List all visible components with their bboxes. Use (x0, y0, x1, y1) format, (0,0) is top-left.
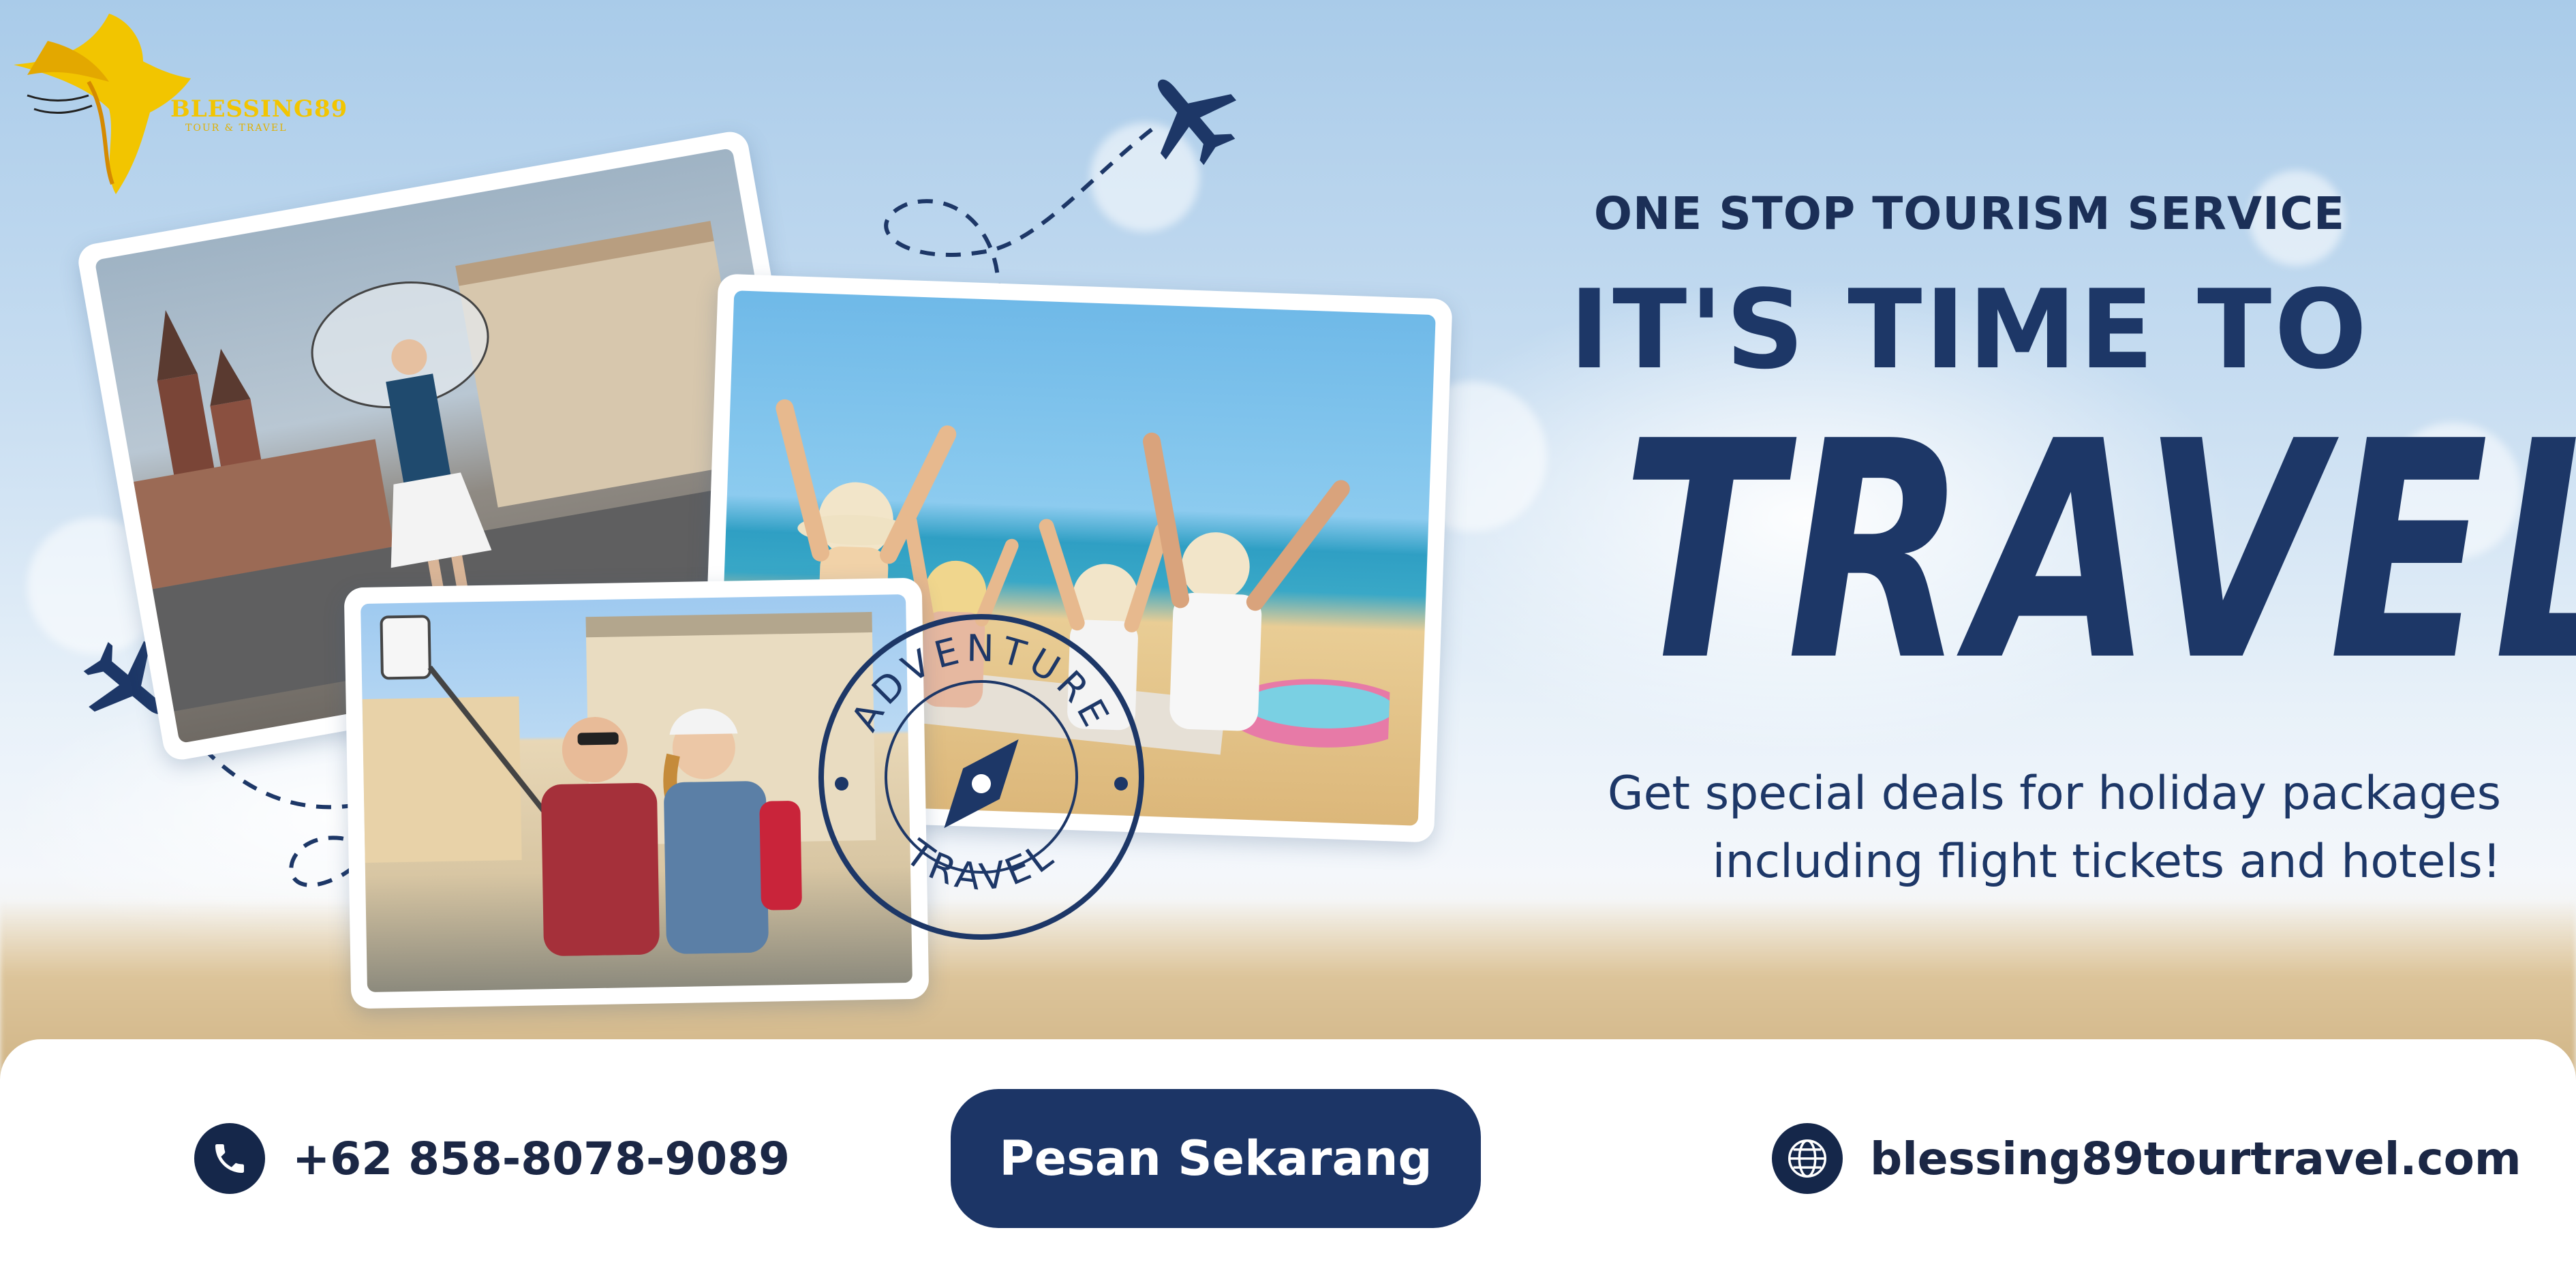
hero-tagline: Get special deals for holiday packages i… (1465, 760, 2501, 896)
phone-icon (194, 1123, 265, 1194)
footer-phone[interactable]: +62 858-8078-9089 (194, 1121, 790, 1196)
promo-banner: BLESSING89 TOUR & TRAVEL ADVENTURE TRAVE… (0, 0, 2576, 1288)
selfie-couple-illustration (362, 611, 876, 956)
globe-icon (1772, 1123, 1843, 1194)
hero-headline-main: TRAVEL (1621, 378, 2576, 726)
order-now-button[interactable]: Pesan Sekarang (951, 1089, 1481, 1228)
footer-website[interactable]: blessing89tourtravel.com (1772, 1121, 2521, 1196)
hero-tagline-line1: Get special deals for holiday packages (1607, 767, 2501, 821)
hero-eyebrow: ONE STOP TOURISM SERVICE (1593, 187, 2346, 240)
compass-icon (944, 739, 1019, 829)
adventure-travel-stamp: ADVENTURE TRAVEL (818, 614, 1144, 940)
hero-tagline-line2: including flight tickets and hotels! (1712, 835, 2501, 889)
phone-number: +62 858-8078-9089 (292, 1132, 791, 1185)
stamp-bottom-text: TRAVEL (898, 831, 1064, 899)
hero-headline-top: IT'S TIME TO (1569, 266, 2370, 393)
website-url: blessing89tourtravel.com (1870, 1132, 2521, 1185)
